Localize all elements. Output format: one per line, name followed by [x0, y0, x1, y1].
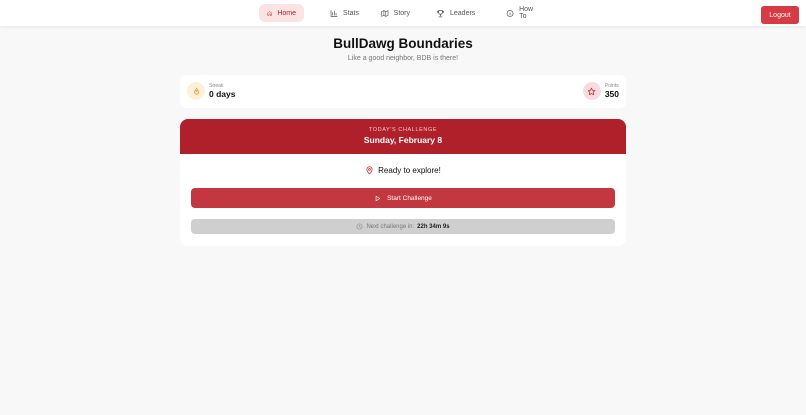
streak-value: 0 days [209, 88, 236, 99]
nav-leaders[interactable]: Leaders [428, 4, 488, 22]
points-label: Points [604, 82, 619, 89]
nav-how-to-label: How To [519, 6, 534, 20]
main-nav: Home Stats Story Leaders How To [259, 4, 548, 22]
nav-stats[interactable]: Stats [322, 4, 367, 22]
challenge-kicker: TODAY'S CHALLENGE [368, 127, 438, 133]
nav-story-label: Story [393, 9, 410, 17]
next-challenge-time: 22h 34m 9s [417, 223, 450, 230]
streak-badge [187, 82, 205, 100]
bar-chart-icon [330, 9, 338, 17]
next-challenge-label: Next challenge in: [366, 223, 415, 230]
map-pin-icon [366, 166, 373, 175]
challenge-status: Ready to explore! [180, 166, 626, 175]
nav-leaders-label: Leaders [450, 9, 476, 17]
info-icon [506, 9, 514, 17]
start-challenge-button[interactable]: Start Challenge [191, 188, 615, 208]
home-icon [267, 10, 272, 16]
challenge-header: TODAY'S CHALLENGE Sunday, February 8 [180, 119, 626, 154]
top-navbar: Home Stats Story Leaders How To Logout [0, 0, 806, 26]
points-value: 350 [604, 88, 619, 99]
nav-home-label: Home [277, 9, 296, 17]
challenge-status-text: Ready to explore! [378, 166, 441, 175]
flame-icon [193, 87, 199, 94]
logout-button[interactable]: Logout [761, 6, 799, 24]
nav-home[interactable]: Home [259, 4, 304, 22]
start-challenge-label: Start Challenge [387, 194, 432, 202]
trophy-icon [437, 9, 444, 17]
stats-card: Streak 0 days Points 350 [180, 75, 626, 108]
challenge-card: TODAY'S CHALLENGE Sunday, February 8 Rea… [180, 119, 626, 246]
map-icon [381, 9, 389, 17]
points-stat: Points 350 [582, 82, 619, 100]
challenge-date: Sunday, February 8 [363, 135, 443, 145]
star-icon [588, 87, 596, 95]
points-badge [582, 82, 601, 100]
nav-story[interactable]: Story [373, 4, 418, 22]
page-title: BullDawg Boundaries [333, 36, 473, 51]
streak-stat: Streak 0 days [187, 82, 235, 100]
clock-icon [357, 223, 363, 230]
next-challenge-timer: Next challenge in: 22h 34m 9s [191, 219, 615, 234]
nav-how-to[interactable]: How To [498, 4, 548, 22]
play-icon [375, 195, 381, 201]
nav-stats-label: Stats [343, 9, 359, 17]
page-subtitle: Like a good neighbor, BDB is there! [347, 55, 459, 62]
